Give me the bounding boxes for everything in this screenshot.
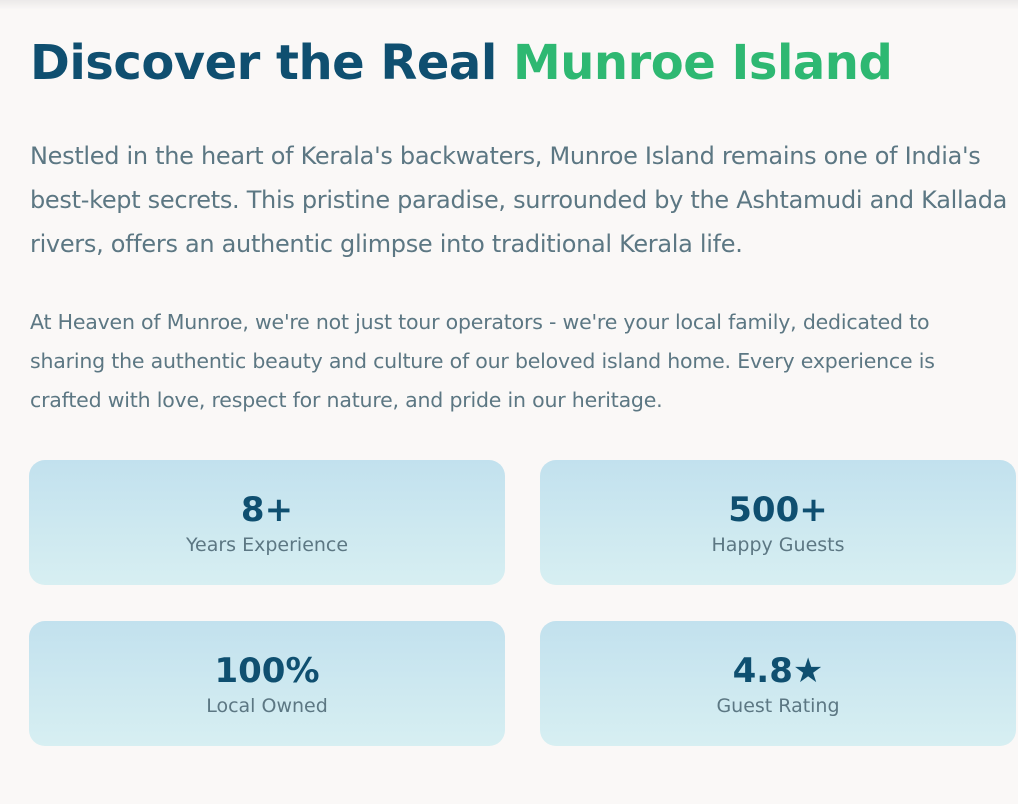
stat-label: Guest Rating (716, 694, 840, 717)
stat-card-rating: 4.8★ Guest Rating (540, 621, 1016, 746)
about-paragraph: At Heaven of Munroe, we're not just tour… (30, 310, 935, 412)
intro-paragraph: Nestled in the heart of Kerala's backwat… (30, 142, 1008, 258)
stat-card-guests: 500+ Happy Guests (540, 460, 1016, 585)
title-accent: Munroe Island (512, 35, 893, 91)
about-section: Discover the Real Munroe Island Nestled … (30, 30, 1016, 420)
stat-value: 8+ (240, 489, 294, 530)
stat-label: Local Owned (206, 694, 328, 717)
stat-label: Happy Guests (711, 533, 845, 556)
page-title: Discover the Real Munroe Island (30, 30, 1016, 96)
stat-value: 100% (214, 650, 320, 691)
stat-label: Years Experience (185, 533, 349, 556)
stats-grid: 8+ Years Experience 500+ Happy Guests 10… (29, 460, 1016, 746)
title-main: Discover the Real (30, 35, 513, 91)
stat-value: 4.8★ (732, 650, 824, 691)
stat-card-years: 8+ Years Experience (29, 460, 505, 585)
stat-card-local: 100% Local Owned (29, 621, 505, 746)
header-shadow (0, 0, 1018, 10)
stat-value: 500+ (728, 489, 828, 530)
